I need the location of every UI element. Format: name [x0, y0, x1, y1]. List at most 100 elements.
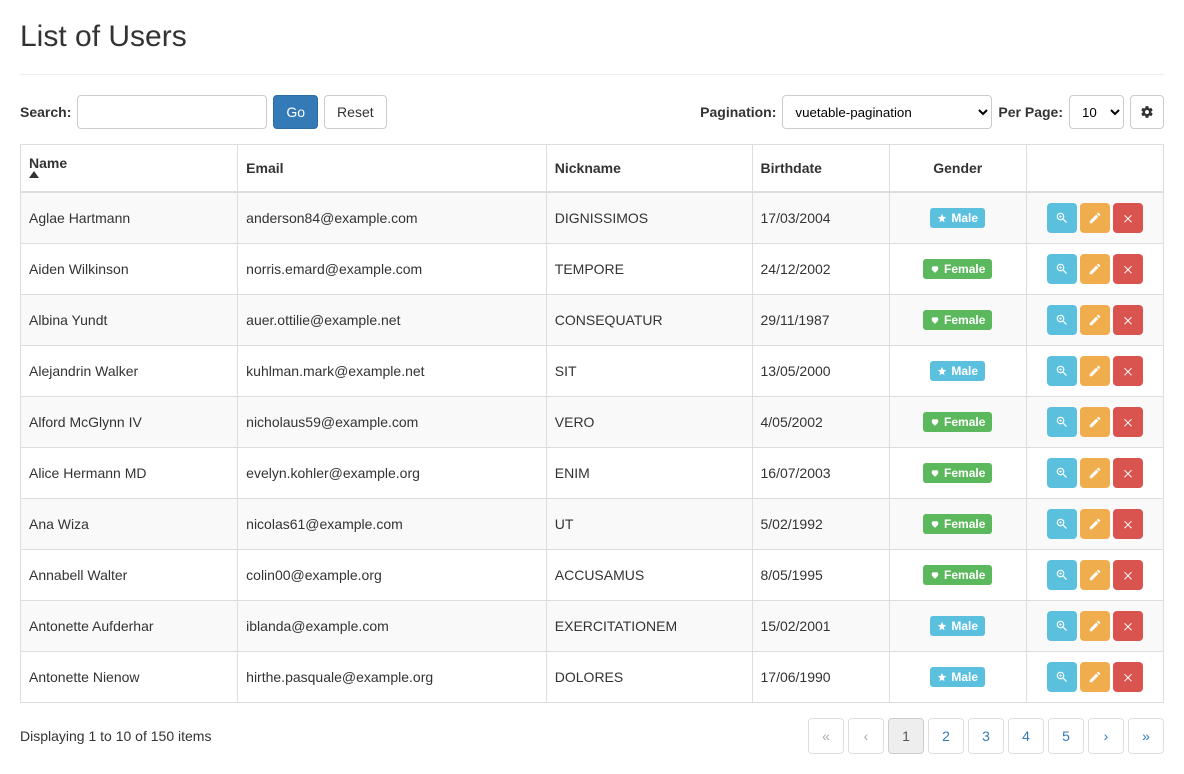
- cell-name: Ana Wiza: [21, 499, 238, 550]
- cell-actions: [1026, 346, 1163, 397]
- edit-button[interactable]: [1080, 203, 1110, 233]
- edit-button[interactable]: [1080, 407, 1110, 437]
- edit-button[interactable]: [1080, 305, 1110, 335]
- cell-email: nicolas61@example.com: [238, 499, 547, 550]
- table-row: Albina Yundtauer.ottilie@example.netCONS…: [21, 295, 1164, 346]
- gender-text: Female: [944, 313, 985, 327]
- heart-icon: [930, 519, 940, 529]
- cell-gender: Female: [889, 244, 1026, 295]
- page-prev[interactable]: ‹: [848, 718, 884, 754]
- users-table: Name Email Nickname Birthdate Gender Agl…: [20, 144, 1164, 703]
- cell-gender: Male: [889, 601, 1026, 652]
- page-number[interactable]: 1: [888, 718, 924, 754]
- column-nickname[interactable]: Nickname: [546, 145, 752, 193]
- gender-badge: Male: [930, 361, 985, 381]
- view-button[interactable]: [1047, 662, 1077, 692]
- edit-button[interactable]: [1080, 560, 1110, 590]
- pencil-icon: [1088, 517, 1102, 531]
- delete-button[interactable]: [1113, 254, 1143, 284]
- gender-text: Male: [951, 364, 978, 378]
- edit-button[interactable]: [1080, 662, 1110, 692]
- gender-badge: Male: [930, 208, 985, 228]
- delete-button[interactable]: [1113, 458, 1143, 488]
- cell-gender: Female: [889, 295, 1026, 346]
- page-last[interactable]: »: [1128, 718, 1164, 754]
- delete-button[interactable]: [1113, 356, 1143, 386]
- gender-badge: Female: [923, 514, 992, 534]
- gender-text: Female: [944, 568, 985, 582]
- cell-nickname: SIT: [546, 346, 752, 397]
- view-button[interactable]: [1047, 611, 1077, 641]
- cell-nickname: VERO: [546, 397, 752, 448]
- delete-button[interactable]: [1113, 611, 1143, 641]
- search-input[interactable]: [77, 95, 267, 129]
- star-icon: [937, 621, 947, 631]
- go-button[interactable]: Go: [273, 95, 318, 129]
- cell-name: Alice Hermann MD: [21, 448, 238, 499]
- page-number[interactable]: 3: [968, 718, 1004, 754]
- view-button[interactable]: [1047, 356, 1077, 386]
- heart-icon: [930, 417, 940, 427]
- column-gender[interactable]: Gender: [889, 145, 1026, 193]
- sort-asc-icon: [29, 171, 229, 181]
- view-button[interactable]: [1047, 509, 1077, 539]
- edit-button[interactable]: [1080, 458, 1110, 488]
- edit-button[interactable]: [1080, 509, 1110, 539]
- column-name[interactable]: Name: [21, 145, 238, 193]
- cell-nickname: DOLORES: [546, 652, 752, 703]
- view-button[interactable]: [1047, 560, 1077, 590]
- view-button[interactable]: [1047, 254, 1077, 284]
- delete-button[interactable]: [1113, 407, 1143, 437]
- page-next[interactable]: ›: [1088, 718, 1124, 754]
- cell-email: norris.emard@example.com: [238, 244, 547, 295]
- table-row: Aglae Hartmannanderson84@example.comDIGN…: [21, 192, 1164, 244]
- delete-button[interactable]: [1113, 305, 1143, 335]
- page-number[interactable]: 5: [1048, 718, 1084, 754]
- zoom-in-icon: [1055, 211, 1069, 225]
- cell-nickname: EXERCITATIONEM: [546, 601, 752, 652]
- column-birthdate[interactable]: Birthdate: [752, 145, 889, 193]
- pagination-info: Displaying 1 to 10 of 150 items: [20, 728, 211, 744]
- page-number[interactable]: 2: [928, 718, 964, 754]
- delete-button[interactable]: [1113, 662, 1143, 692]
- cell-name: Aiden Wilkinson: [21, 244, 238, 295]
- close-icon: [1122, 416, 1134, 428]
- gender-text: Female: [944, 415, 985, 429]
- cell-gender: Male: [889, 652, 1026, 703]
- view-button[interactable]: [1047, 407, 1077, 437]
- delete-button[interactable]: [1113, 560, 1143, 590]
- cell-email: auer.ottilie@example.net: [238, 295, 547, 346]
- view-button[interactable]: [1047, 203, 1077, 233]
- pagination-select[interactable]: vuetable-pagination: [782, 95, 992, 129]
- zoom-in-icon: [1055, 262, 1069, 276]
- delete-button[interactable]: [1113, 203, 1143, 233]
- cell-birthdate: 13/05/2000: [752, 346, 889, 397]
- page-number[interactable]: 4: [1008, 718, 1044, 754]
- cell-gender: Male: [889, 192, 1026, 244]
- per-page-select[interactable]: 10: [1069, 95, 1124, 129]
- pencil-icon: [1088, 211, 1102, 225]
- pencil-icon: [1088, 619, 1102, 633]
- cell-birthdate: 24/12/2002: [752, 244, 889, 295]
- cell-nickname: TEMPORE: [546, 244, 752, 295]
- gender-text: Male: [951, 619, 978, 633]
- gender-badge: Male: [930, 667, 985, 687]
- edit-button[interactable]: [1080, 254, 1110, 284]
- column-email[interactable]: Email: [238, 145, 547, 193]
- edit-button[interactable]: [1080, 611, 1110, 641]
- cell-birthdate: 17/03/2004: [752, 192, 889, 244]
- view-button[interactable]: [1047, 305, 1077, 335]
- view-button[interactable]: [1047, 458, 1077, 488]
- cell-actions: [1026, 397, 1163, 448]
- delete-button[interactable]: [1113, 509, 1143, 539]
- close-icon: [1122, 263, 1134, 275]
- table-row: Alford McGlynn IVnicholaus59@example.com…: [21, 397, 1164, 448]
- reset-button[interactable]: Reset: [324, 95, 387, 129]
- edit-button[interactable]: [1080, 356, 1110, 386]
- page-first[interactable]: «: [808, 718, 844, 754]
- star-icon: [937, 672, 947, 682]
- gender-badge: Female: [923, 310, 992, 330]
- close-icon: [1122, 620, 1134, 632]
- cell-gender: Male: [889, 346, 1026, 397]
- settings-button[interactable]: [1130, 95, 1164, 129]
